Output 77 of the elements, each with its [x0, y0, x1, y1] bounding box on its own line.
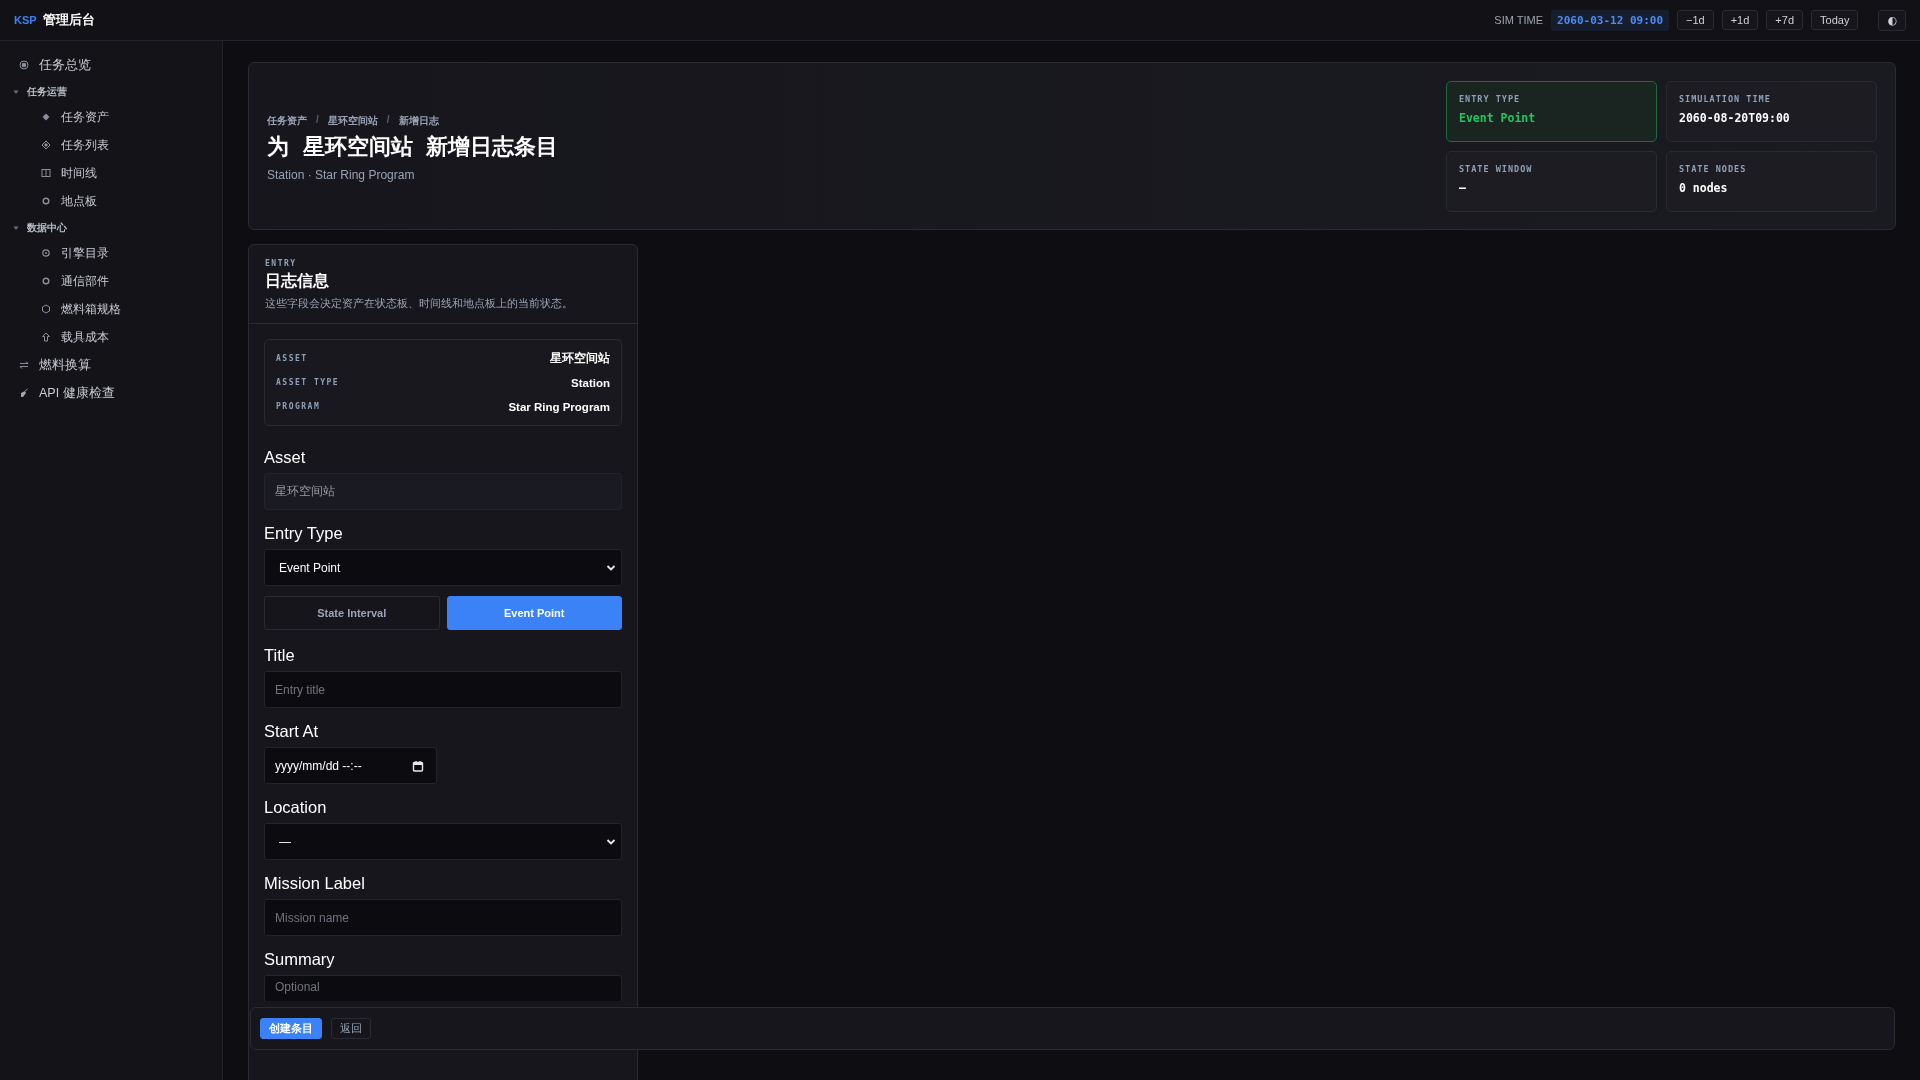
field-label: Entry Type: [264, 524, 344, 543]
diamond-icon: [41, 112, 51, 122]
section-eyebrow: ENTRY: [265, 259, 298, 268]
stat-label: STATE NODES: [1679, 163, 1748, 174]
gear-icon: [41, 248, 51, 258]
nav-item[interactable]: 引擎目录: [0, 239, 222, 267]
target-icon: [19, 60, 29, 70]
select-field[interactable]: Event Point: [264, 549, 622, 586]
time-step-button[interactable]: +7d: [1766, 10, 1804, 30]
page-subtitle: Station · Star Ring Program: [267, 168, 416, 182]
summary-label: ASSET TYPE: [276, 378, 340, 387]
app-title: 管理后台: [42, 11, 95, 29]
sim-time-label: SIM TIME: [1494, 14, 1544, 26]
stat-label: STATE WINDOW: [1459, 163, 1534, 174]
swap-icon: [19, 360, 29, 370]
create-button[interactable]: 创建条目: [260, 1018, 322, 1039]
sim-time-value: 2060-03-12 09:00: [1551, 9, 1669, 31]
summary-value: 星环空间站: [550, 351, 610, 366]
stat-label: ENTRY TYPE: [1459, 93, 1522, 104]
brand-mark: KSP: [14, 14, 37, 26]
breadcrumb-link[interactable]: 星环空间站: [327, 114, 378, 128]
nav-group-label: 任务运营: [27, 85, 67, 99]
breadcrumb-link[interactable]: 任务资产: [267, 114, 307, 128]
time-step-button[interactable]: −1d: [1677, 10, 1714, 30]
nav-item[interactable]: 任务列表: [0, 131, 222, 159]
stat-value: —: [1459, 180, 1467, 195]
field-label: Summary: [264, 950, 336, 969]
calendar-icon: [412, 759, 424, 772]
field-label: Location: [264, 798, 328, 817]
field-label: Start At: [264, 722, 320, 741]
back-button[interactable]: 返回: [331, 1018, 371, 1039]
section-description: 这些字段会决定资产在状态板、时间线和地点板上的当前状态。: [265, 297, 574, 311]
up-arrow-icon: [41, 332, 51, 342]
nav-item[interactable]: 任务总览: [0, 51, 222, 79]
breadcrumb-separator: /: [386, 114, 390, 127]
summary-value: Star Ring Program: [508, 400, 610, 413]
segment-button[interactable]: Event Point: [446, 596, 622, 630]
diamond-icon: [41, 140, 51, 150]
nav-item[interactable]: API 健康检查: [0, 379, 222, 407]
nav-group-header[interactable]: 数据中心: [0, 217, 222, 239]
nav-item[interactable]: 通信部件: [0, 267, 222, 295]
summary-value: Station: [571, 376, 610, 389]
time-step-button[interactable]: Today: [1811, 10, 1859, 30]
nav-group-label: 数据中心: [27, 221, 67, 235]
ring-icon: [41, 196, 51, 206]
select-field[interactable]: —: [264, 823, 622, 860]
nav-item[interactable]: 任务资产: [0, 103, 222, 131]
input-field[interactable]: Entry title: [264, 671, 622, 708]
theme-toggle-button[interactable]: ◐: [1878, 9, 1906, 31]
nav-item[interactable]: 时间线: [0, 159, 222, 187]
time-step-button[interactable]: +1d: [1721, 10, 1759, 30]
nav-item[interactable]: 载具成本: [0, 323, 222, 351]
nav-group-header[interactable]: 任务运营: [0, 81, 222, 103]
page-title: 为 星环空间站 新增日志条目: [267, 132, 559, 161]
input-field[interactable]: Mission name: [264, 899, 622, 936]
summary-label: ASSET: [276, 354, 308, 363]
plug-icon: [19, 388, 29, 398]
ring-icon: [41, 276, 51, 286]
breadcrumb-link[interactable]: 新增日志: [398, 114, 439, 128]
nav-item[interactable]: 燃料箱规格: [0, 295, 222, 323]
stat-label: SIMULATION TIME: [1679, 93, 1772, 104]
hexagon-icon: [41, 304, 51, 314]
field-label: Mission Label: [264, 874, 366, 893]
stat-value: 2060-08-20T09:00: [1679, 110, 1791, 125]
breadcrumb-separator: /: [316, 114, 319, 127]
columns-icon: [41, 168, 51, 178]
stat-value: 0 nodes: [1679, 180, 1729, 195]
date-field[interactable]: yyyy/mm/dd --:--: [264, 747, 437, 784]
section-title: 日志信息: [265, 271, 330, 291]
stat-value: Event Point: [1459, 110, 1537, 125]
field-label: Asset: [264, 448, 307, 467]
summary-label: PROGRAM: [276, 402, 321, 411]
text-area[interactable]: Optional: [264, 975, 622, 1001]
nav-item[interactable]: 燃料换算: [0, 351, 222, 379]
field-label: Title: [264, 646, 296, 665]
nav-item[interactable]: 地点板: [0, 187, 222, 215]
segment-button[interactable]: State Interval: [264, 596, 440, 630]
